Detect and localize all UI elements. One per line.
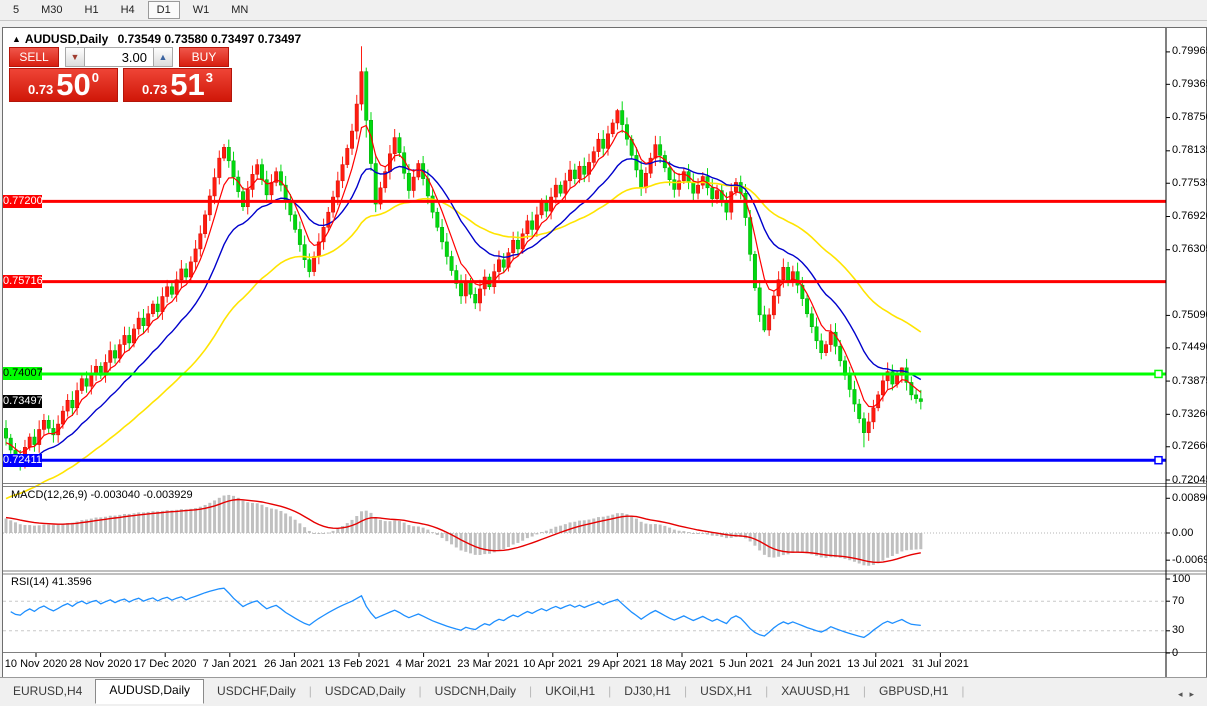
tab-scroll-left-icon: ◂ xyxy=(1178,689,1190,699)
price-level-tag: 0.72411 xyxy=(3,454,42,467)
symbol-tab-ukoil[interactable]: UKOil,H1 xyxy=(532,681,608,702)
axis-label: 100 xyxy=(1172,573,1190,585)
chart-ohlc-values: 0.73549 0.73580 0.73497 0.73497 xyxy=(118,32,302,46)
buy-price-box[interactable]: 0.73513 xyxy=(123,68,232,102)
axis-label: 0.76920 xyxy=(1172,210,1207,222)
tab-scroll-right-icon: ▸ xyxy=(1189,689,1201,699)
axis-label: 0.72660 xyxy=(1172,440,1207,452)
axis-label: 0.00 xyxy=(1172,527,1193,539)
buy-price-sup: 3 xyxy=(206,70,213,85)
price-level-tag: 0.74007 xyxy=(3,367,42,380)
timeframe-button-mn[interactable]: MN xyxy=(222,1,257,19)
chart-title: ▲ AUDUSD,Daily 0.73549 0.73580 0.73497 0.… xyxy=(12,32,301,46)
macd-label: MACD(12,26,9) -0.003040 -0.003929 xyxy=(11,489,193,501)
volume-increase-button[interactable]: ▲ xyxy=(153,47,173,67)
axis-label: 0.72045 xyxy=(1172,474,1207,486)
axis-label: 0.78750 xyxy=(1172,111,1207,123)
tab-separator: | xyxy=(961,681,964,701)
buy-price-base: 0.73 xyxy=(142,82,167,97)
sell-price-box[interactable]: 0.73500 xyxy=(9,68,118,102)
timeframe-button-h4[interactable]: H4 xyxy=(112,1,144,19)
buy-button[interactable]: BUY xyxy=(179,47,229,67)
one-click-trading-panel: SELL ▼ ▲ BUY 0.73500 0.73513 xyxy=(9,47,233,102)
date-axis-label: 31 Jul 2021 xyxy=(895,658,985,670)
symbol-tab-audusd[interactable]: AUDUSD,Daily xyxy=(95,679,204,704)
symbol-tab-usdcnh[interactable]: USDCNH,Daily xyxy=(422,681,529,702)
rsi-line xyxy=(11,588,921,637)
axis-label: 0.76305 xyxy=(1172,243,1207,255)
symbol-triangle-icon: ▲ xyxy=(12,34,21,44)
axis-label: 0.73875 xyxy=(1172,375,1207,387)
timeframe-button-m30[interactable]: M30 xyxy=(32,1,71,19)
spin-down-icon: ▼ xyxy=(71,52,80,62)
symbol-tab-usdx[interactable]: USDX,H1 xyxy=(687,681,765,702)
axis-label: 0.79365 xyxy=(1172,78,1207,90)
axis-label: 0.008903 xyxy=(1172,492,1207,504)
timeframe-button-5[interactable]: 5 xyxy=(4,1,28,19)
fast-ma-line xyxy=(6,126,921,453)
axis-label: 0.73260 xyxy=(1172,408,1207,420)
price-chart-canvas xyxy=(3,28,1206,677)
symbol-tab-xauusd[interactable]: XAUUSD,H1 xyxy=(768,681,863,702)
price-level-tag: 0.77200 xyxy=(3,195,42,208)
axis-label: 70 xyxy=(1172,595,1184,607)
slow-ma-line xyxy=(6,182,921,499)
symbol-tab-dj30[interactable]: DJ30,H1 xyxy=(611,681,684,702)
volume-decrease-button[interactable]: ▼ xyxy=(65,47,85,67)
sell-button[interactable]: SELL xyxy=(9,47,59,67)
axis-label: 0.78135 xyxy=(1172,144,1207,156)
current-price-tag: 0.73497 xyxy=(3,395,42,408)
sell-price-base: 0.73 xyxy=(28,82,53,97)
axis-label: 0 xyxy=(1172,647,1178,659)
axis-label: 0.77535 xyxy=(1172,177,1207,189)
rsi-label: RSI(14) 41.3596 xyxy=(11,576,92,588)
price-level-tag: 0.75716 xyxy=(3,275,42,288)
symbol-tab-usdcad[interactable]: USDCAD,Daily xyxy=(312,681,419,702)
axis-label: 30 xyxy=(1172,624,1184,636)
tab-scroll-arrows[interactable]: ◂▸ xyxy=(1178,689,1201,700)
sell-price-big: 50 xyxy=(56,70,90,100)
axis-label: 0.74490 xyxy=(1172,341,1207,353)
axis-label: -0.00697 xyxy=(1172,554,1207,566)
volume-input[interactable] xyxy=(85,47,153,67)
buy-price-big: 51 xyxy=(170,70,204,100)
macd-value: -0.003040 xyxy=(90,489,140,501)
timeframe-button-h1[interactable]: H1 xyxy=(76,1,108,19)
symbol-tab-gbpusd[interactable]: GBPUSD,H1 xyxy=(866,681,961,702)
rsi-value: 41.3596 xyxy=(52,576,92,588)
spin-up-icon: ▲ xyxy=(159,52,168,62)
axis-label: 0.79965 xyxy=(1172,45,1207,57)
chart-symbol: AUDUSD,Daily xyxy=(25,32,108,46)
timeframe-button-d1[interactable]: D1 xyxy=(148,1,180,19)
symbol-tab-usdchf[interactable]: USDCHF,Daily xyxy=(204,681,309,702)
timeframe-toolbar: 5M30 H1H4D1W1MN xyxy=(0,0,1207,21)
axis-label: 0.75090 xyxy=(1172,309,1207,321)
mt4-terminal: 5M30 H1H4D1W1MN ▲ AUDUSD,Daily 0.73549 0.7… xyxy=(0,0,1207,706)
macd-signal-value: -0.003929 xyxy=(143,489,193,501)
timeframe-button-w1[interactable]: W1 xyxy=(184,1,219,19)
sell-price-sup: 0 xyxy=(92,70,99,85)
chart-window: ▲ AUDUSD,Daily 0.73549 0.73580 0.73497 0.… xyxy=(2,27,1207,678)
symbol-tab-bar: EURUSD,H4AUDUSD,DailyUSDCHF,Daily | USDCAD… xyxy=(0,677,1207,706)
symbol-tab-eurusd[interactable]: EURUSD,H4 xyxy=(0,681,95,702)
